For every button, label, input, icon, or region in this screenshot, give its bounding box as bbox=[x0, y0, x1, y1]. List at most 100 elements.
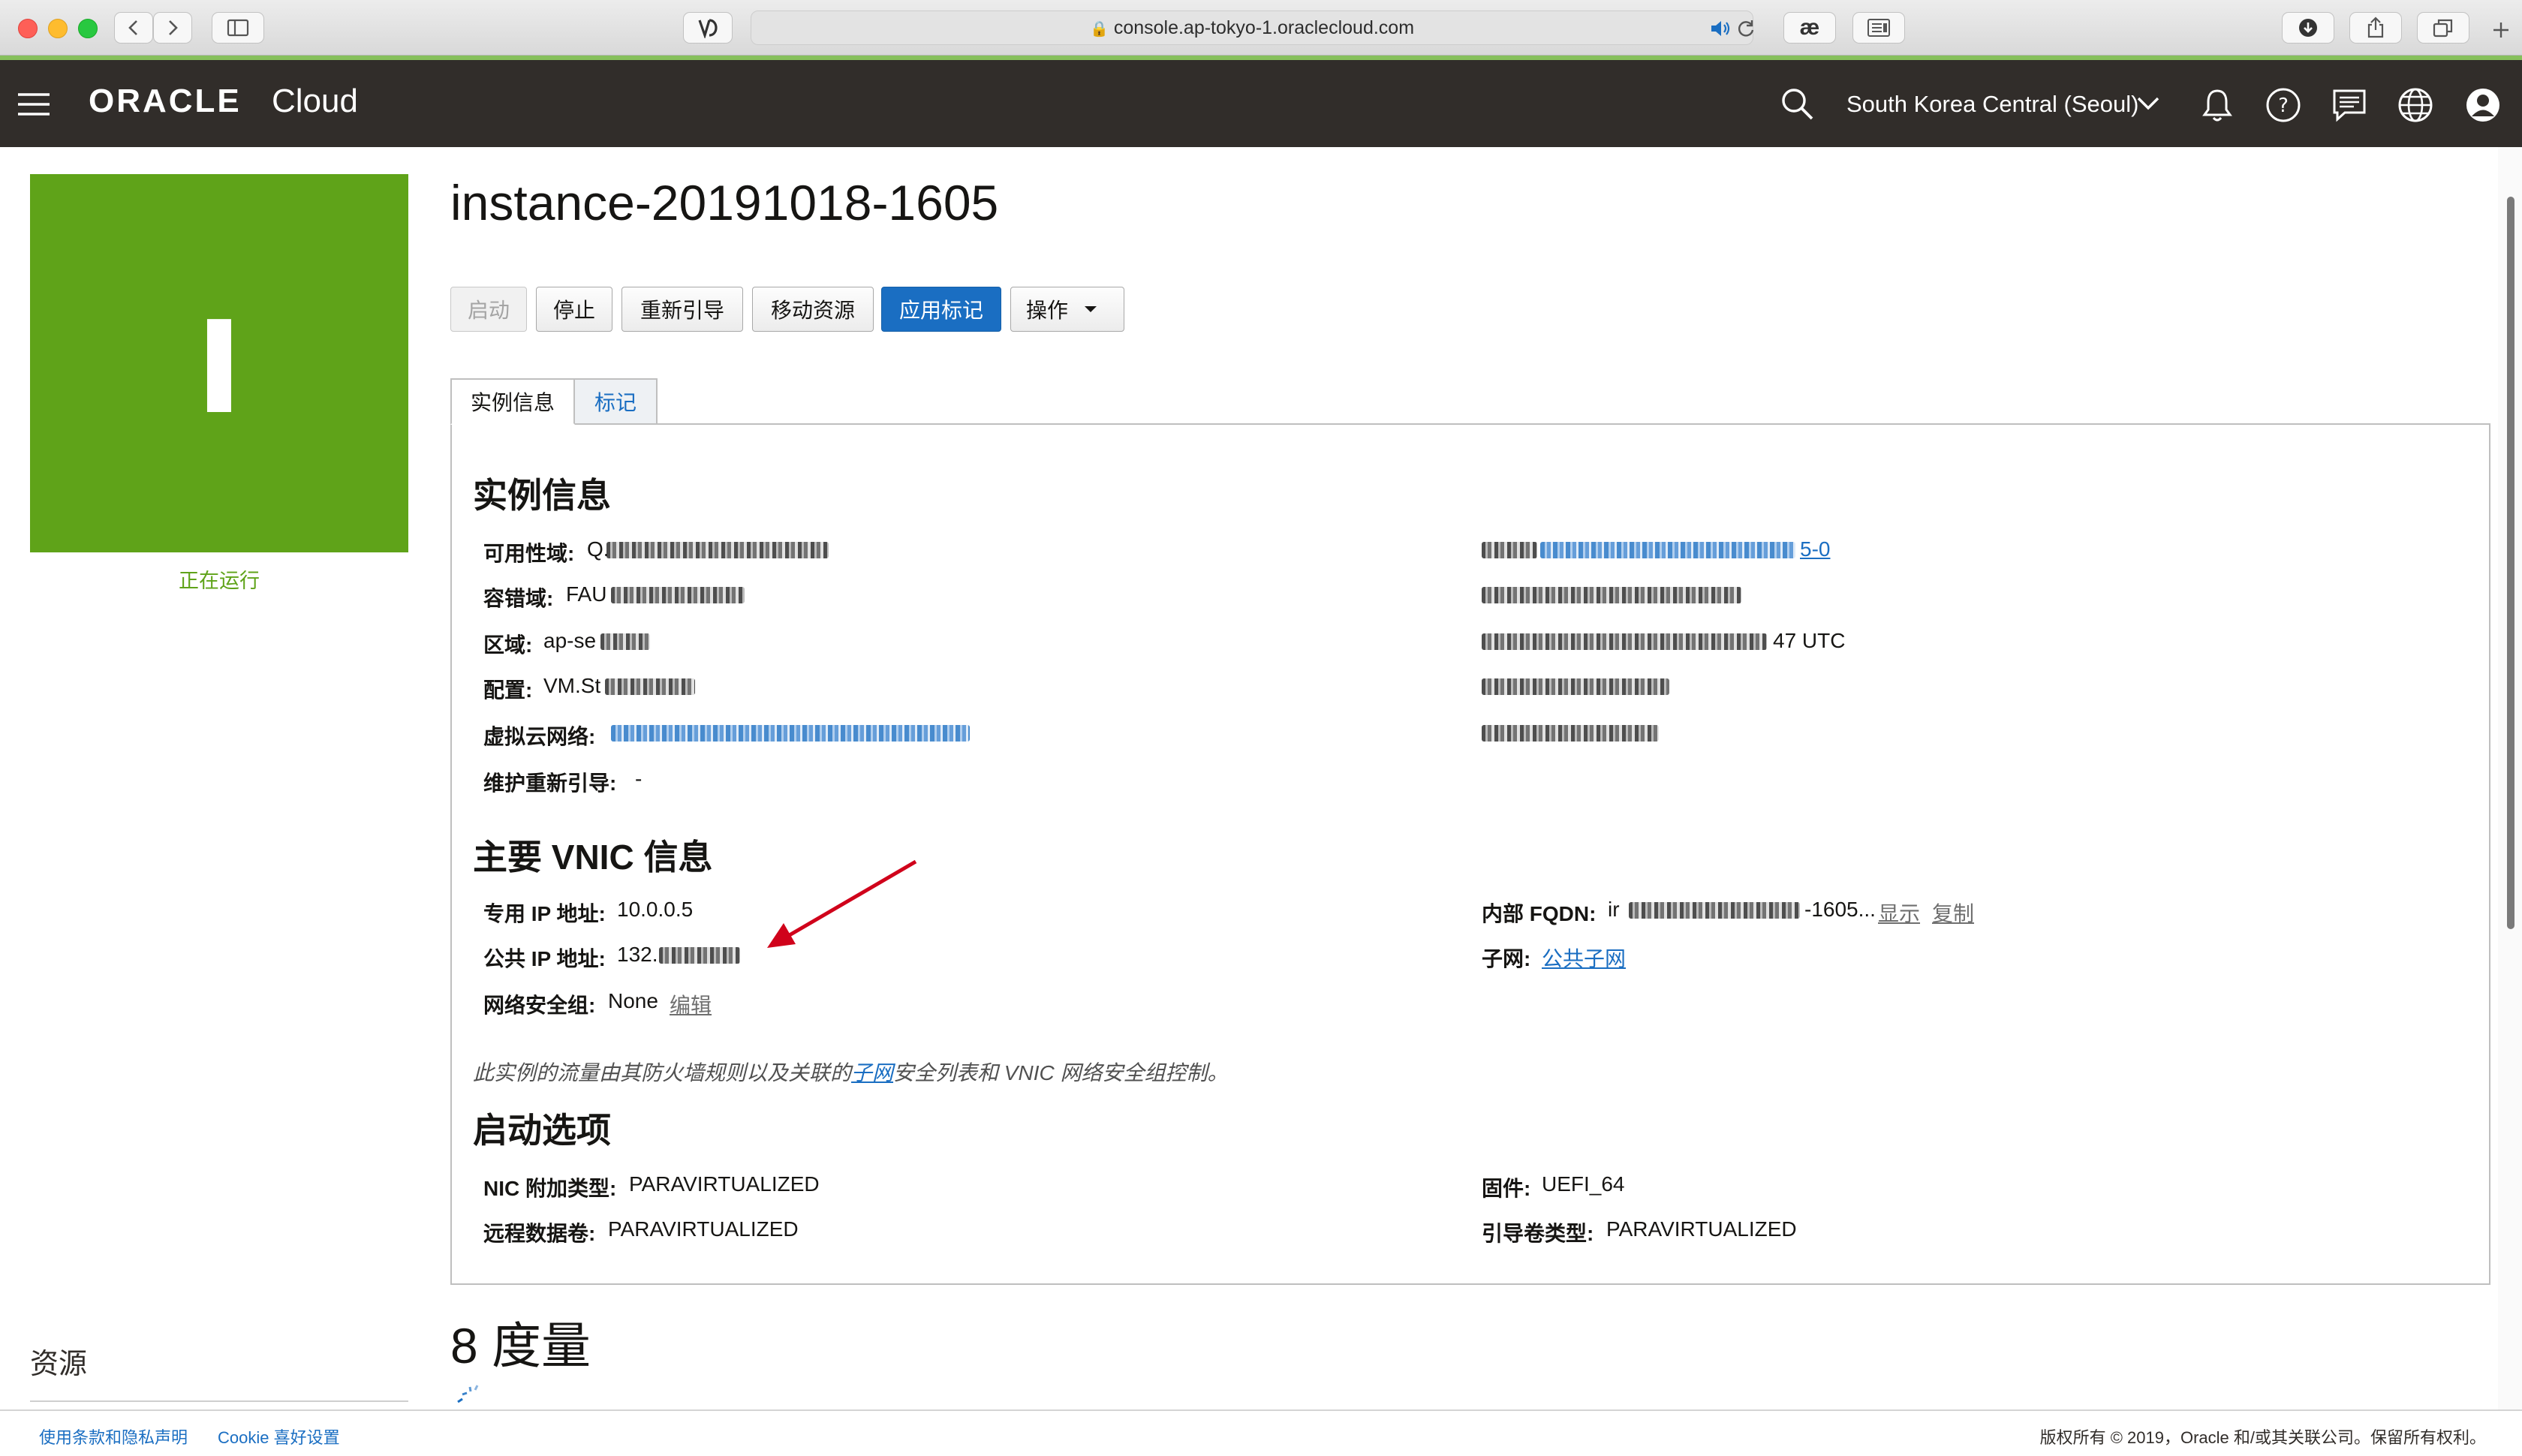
share-button[interactable] bbox=[2349, 12, 2402, 44]
redacted-right-label-1 bbox=[1482, 542, 1537, 558]
url-text: 🔒 console.ap-tokyo-1.oraclecloud.com bbox=[1089, 17, 1415, 38]
public-ip-label: 公共 IP 地址: bbox=[483, 947, 606, 970]
notifications-button[interactable] bbox=[2201, 87, 2234, 123]
launch-options-heading: 启动选项 bbox=[473, 1111, 611, 1150]
launch-time-suffix: 47 UTC bbox=[1773, 629, 1846, 652]
private-ip-value: 10.0.0.5 bbox=[617, 898, 694, 921]
download-icon bbox=[2299, 19, 2317, 37]
address-bar[interactable]: 🔒 console.ap-tokyo-1.oraclecloud.com bbox=[751, 11, 1756, 45]
reader-button[interactable] bbox=[1852, 12, 1905, 44]
apply-tags-button[interactable]: 应用标记 bbox=[881, 287, 1001, 332]
chat-icon bbox=[2333, 89, 2366, 122]
tab-instance-info[interactable]: 实例信息 bbox=[450, 378, 575, 425]
sidebar-toggle-button[interactable] bbox=[212, 12, 264, 44]
help-button[interactable]: ? bbox=[2265, 87, 2301, 123]
actions-menu-button[interactable]: 操作 bbox=[1010, 287, 1124, 332]
subnet-link[interactable]: 公共子网 bbox=[1542, 943, 1626, 973]
terms-privacy-link[interactable]: 使用条款和隐私声明 bbox=[39, 1424, 188, 1448]
fqdn-copy-link[interactable]: 复制 bbox=[1932, 898, 1974, 928]
redacted-right-link-1[interactable] bbox=[1540, 542, 1795, 558]
chevron-down-icon bbox=[2137, 97, 2159, 110]
metrics-heading: 8 度量 bbox=[450, 1318, 591, 1373]
zoom-window-button[interactable] bbox=[78, 19, 98, 38]
search-icon bbox=[1782, 89, 1813, 120]
back-button[interactable] bbox=[114, 12, 153, 44]
maintenance-reboot-label: 维护重新引导: bbox=[483, 772, 617, 795]
region-label: 区域: bbox=[483, 633, 533, 657]
redacted-vcn-link[interactable] bbox=[611, 725, 970, 742]
vcn-label: 虚拟云网络: bbox=[483, 725, 596, 748]
vnic-heading: 主要 VNIC 信息 bbox=[473, 838, 713, 877]
stop-button[interactable]: 停止 bbox=[536, 287, 612, 332]
resources-heading: 资源 bbox=[30, 1349, 88, 1380]
boot-volume-value: PARAVIRTUALIZED bbox=[1606, 1217, 1797, 1241]
reload-icon[interactable] bbox=[1736, 19, 1756, 38]
extension-button[interactable] bbox=[683, 12, 733, 44]
menu-icon bbox=[18, 93, 50, 116]
scrollbar-thumb[interactable] bbox=[2507, 197, 2514, 929]
redacted-fqdn bbox=[1629, 902, 1800, 919]
region-selector[interactable]: South Korea Central (Seoul) bbox=[1846, 91, 2138, 118]
fault-domain-value: FAU bbox=[566, 582, 607, 606]
plus-icon bbox=[2493, 23, 2508, 38]
browser-toolbar: 🔒 console.ap-tokyo-1.oraclecloud.com æ bbox=[0, 0, 2522, 56]
close-window-button[interactable] bbox=[18, 19, 38, 38]
ae-icon: æ bbox=[1799, 15, 1820, 40]
availability-domain-label: 可用性域: bbox=[483, 542, 575, 565]
nsg-edit-link[interactable]: 编辑 bbox=[670, 989, 712, 1019]
cloud-logo-text[interactable]: Cloud bbox=[272, 83, 358, 120]
speaker-icon[interactable] bbox=[1709, 19, 1732, 38]
public-ip-value: 132. bbox=[617, 943, 658, 966]
page-footer: 使用条款和隐私声明 Cookie 喜好设置 版权所有 © 2019，Oracle… bbox=[0, 1409, 2522, 1456]
search-button[interactable] bbox=[1779, 86, 1815, 122]
tabs-icon bbox=[2433, 19, 2453, 38]
cookie-preferences-link[interactable]: Cookie 喜好设置 bbox=[218, 1424, 340, 1448]
right-link-suffix[interactable]: 5-0 bbox=[1800, 537, 1830, 561]
oracle-logo[interactable]: ORACLE bbox=[89, 83, 242, 120]
firmware-value: UEFI_64 bbox=[1542, 1172, 1625, 1196]
profile-button[interactable] bbox=[2465, 87, 2501, 123]
boot-volume-label: 引导卷类型: bbox=[1482, 1222, 1594, 1245]
nsg-label: 网络安全组: bbox=[483, 994, 596, 1017]
tab-tags[interactable]: 标记 bbox=[575, 378, 658, 425]
downloads-button[interactable] bbox=[2282, 12, 2334, 44]
redacted-public-ip bbox=[659, 947, 740, 964]
shape-value: VM.St bbox=[543, 674, 601, 697]
nsg-value: None bbox=[608, 989, 658, 1012]
feedback-button[interactable] bbox=[2331, 87, 2367, 123]
caret-down-icon bbox=[1085, 306, 1097, 312]
internal-fqdn-label: 内部 FQDN: bbox=[1482, 902, 1597, 925]
remote-volume-value: PARAVIRTUALIZED bbox=[608, 1217, 799, 1241]
security-note-subnet-link[interactable]: 子网 bbox=[851, 1061, 893, 1084]
annotation-arrow bbox=[767, 859, 917, 948]
security-note-text-start: 此实例的流量由其防火墙规则以及关联的 bbox=[473, 1061, 852, 1084]
internal-fqdn-prefix: ir bbox=[1608, 898, 1620, 921]
redacted-right-row-2 bbox=[1482, 587, 1741, 603]
redacted-right-row-5 bbox=[1482, 725, 1659, 742]
security-note-text-end: 安全列表和 VNIC 网络安全组控制。 bbox=[893, 1061, 1229, 1084]
redacted-fault-domain bbox=[611, 587, 745, 603]
maintenance-reboot-value: - bbox=[635, 767, 643, 790]
reader-icon bbox=[1867, 19, 1890, 37]
region-dropdown-button[interactable] bbox=[2136, 95, 2160, 113]
user-icon bbox=[2466, 89, 2499, 122]
minimize-window-button[interactable] bbox=[48, 19, 68, 38]
region-value: ap-se bbox=[543, 629, 597, 652]
security-note: 此实例的流量由其防火墙规则以及关联的子网安全列表和 VNIC 网络安全组控制。 bbox=[473, 1057, 1229, 1087]
start-button[interactable]: 启动 bbox=[450, 287, 527, 332]
ae-extension-button[interactable]: æ bbox=[1783, 12, 1836, 44]
resources-divider bbox=[30, 1400, 408, 1402]
move-resource-button[interactable]: 移动资源 bbox=[752, 287, 874, 332]
private-ip-label: 专用 IP 地址: bbox=[483, 902, 606, 925]
page-title: instance-20191018-1605 bbox=[450, 175, 999, 230]
language-button[interactable] bbox=[2397, 87, 2433, 123]
actions-menu-label: 操作 bbox=[1026, 299, 1069, 322]
redacted-launch-time bbox=[1482, 633, 1767, 650]
menu-button[interactable] bbox=[17, 90, 51, 119]
new-tab-button[interactable] bbox=[2484, 15, 2517, 45]
instance-tile-letter: I bbox=[195, 294, 243, 443]
fqdn-show-link[interactable]: 显示 bbox=[1878, 898, 1920, 928]
tab-overview-button[interactable] bbox=[2417, 12, 2469, 44]
forward-button[interactable] bbox=[153, 12, 192, 44]
reboot-button[interactable]: 重新引导 bbox=[621, 287, 743, 332]
